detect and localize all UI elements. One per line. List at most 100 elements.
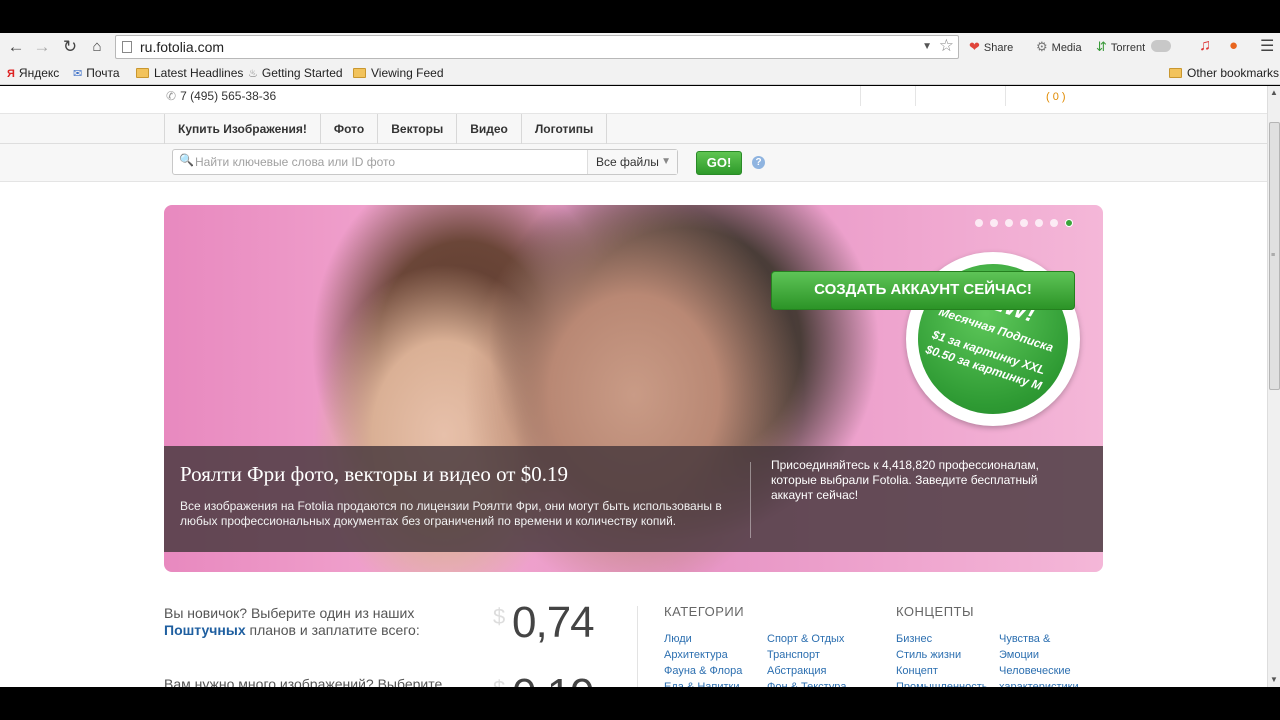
newbie-line2: планов и заплатите всего: (245, 622, 420, 638)
page-viewport: ✆ 7 (495) 565-38-36 ( 0 ) Купить Изображе… (0, 86, 1267, 687)
category-link[interactable]: Абстракция (767, 663, 827, 679)
category-link[interactable]: Фон & Текстура (767, 679, 846, 687)
concept-link[interactable]: Промышленность (896, 679, 988, 687)
page-icon (122, 41, 132, 53)
phone-text: 7 (495) 565-38-36 (180, 89, 277, 103)
create-account-button[interactable]: СОЗДАТЬ АККАУНТ СЕЙЧАС! (771, 271, 1075, 310)
concept-link[interactable]: Чувства & (999, 631, 1050, 647)
slide-dot[interactable] (975, 219, 983, 227)
reload-icon[interactable]: ↻ (59, 36, 81, 58)
music-note-icon[interactable]: ♫ (1199, 37, 1211, 55)
grip-icon: ≡ (1271, 252, 1276, 259)
scroll-up-icon[interactable]: ▲ (1268, 86, 1280, 100)
search-bar: 🔍 Все файлы▼ GO! ? (0, 144, 1267, 182)
divider (637, 606, 638, 687)
category-link[interactable]: Еда & Напитки (664, 679, 739, 687)
bookmarks-bar: Я Яндекс ✉ Почта Latest Headlines ♨ Getting… (0, 61, 1280, 85)
share-extension[interactable]: ❤ Share (969, 39, 1013, 55)
slide-dot[interactable] (1035, 219, 1043, 227)
scroll-down-icon[interactable]: ▼ (1268, 673, 1280, 687)
tab-buy-images[interactable]: Купить Изображения! (165, 114, 321, 144)
heart-icon: ❤ (969, 39, 980, 54)
chevron-down-icon: ▼ (661, 156, 671, 167)
getting-started-icon: ♨ (248, 68, 258, 80)
currency-symbol: $ (493, 604, 506, 629)
concept-link[interactable]: Стиль жизни (896, 647, 961, 663)
cart-count[interactable]: ( 0 ) (1046, 91, 1066, 103)
media-extension[interactable]: ⚙ Media (1036, 39, 1082, 55)
tab-video[interactable]: Видео (457, 114, 522, 144)
bookmark-viewing-feed[interactable]: Viewing Feed (353, 66, 444, 80)
per-image-link[interactable]: Поштучных (164, 622, 246, 638)
join-text: Присоединяйтесь к 4,418,820 профессионал… (771, 458, 1040, 502)
divider (1005, 86, 1006, 106)
concept-link[interactable]: Концепт (896, 663, 938, 679)
tab-vectors[interactable]: Векторы (378, 114, 458, 144)
file-type-value: Все файлы (596, 155, 659, 169)
torrent-icon: ⇵ (1096, 39, 1107, 54)
bookmark-latest-headlines[interactable]: Latest Headlines (136, 66, 243, 80)
screen: ← → ↻ ⌂ ru.fotolia.com ▼ ☆ ❤ Share ⚙ Media… (0, 0, 1280, 720)
concept-link[interactable]: Человеческие (999, 663, 1071, 679)
menu-icon[interactable]: ☰ (1260, 36, 1274, 56)
other-bookmarks[interactable]: Other bookmarks (1169, 66, 1279, 80)
bookmark-label: Почта (86, 66, 120, 80)
torrent-extension[interactable]: ⇵ Torrent (1096, 39, 1145, 55)
search-input[interactable] (195, 152, 585, 172)
address-bar[interactable]: ru.fotolia.com ▼ ☆ (115, 35, 959, 59)
bookmark-label: Viewing Feed (371, 66, 444, 80)
flame-icon[interactable]: ● (1229, 37, 1238, 54)
url-text[interactable]: ru.fotolia.com (140, 39, 224, 55)
bookmark-mail[interactable]: ✉ Почта (73, 66, 120, 80)
back-icon[interactable]: ← (5, 36, 27, 58)
folder-icon (1169, 68, 1182, 78)
home-icon[interactable]: ⌂ (86, 36, 108, 58)
divider (750, 462, 751, 538)
toggle-off-icon[interactable] (1151, 40, 1171, 52)
categories-title: КАТЕГОРИИ (664, 604, 745, 619)
slide-dot[interactable] (1050, 219, 1058, 227)
bookmark-label: Latest Headlines (154, 66, 244, 80)
mail-icon: ✉ (73, 68, 83, 80)
folder-icon (136, 68, 149, 78)
slide-dot[interactable] (1065, 219, 1073, 227)
slide-dot[interactable] (990, 219, 998, 227)
category-link[interactable]: Архитектура (664, 647, 728, 663)
bookmark-getting-started[interactable]: ♨ Getting Started (248, 66, 343, 80)
help-icon[interactable]: ? (752, 156, 765, 169)
media-label: Media (1051, 42, 1082, 54)
currency-symbol: $ (493, 676, 505, 687)
concept-link[interactable]: Эмоции (999, 647, 1039, 663)
tab-logos[interactable]: Логотипы (522, 114, 608, 144)
category-link[interactable]: Спорт & Отдых (767, 631, 844, 647)
tab-photo[interactable]: Фото (321, 114, 379, 144)
search-box: 🔍 Все файлы▼ (172, 149, 678, 175)
category-link[interactable]: Люди (664, 631, 692, 647)
concept-link[interactable]: характеристики (999, 679, 1079, 687)
dropdown-icon[interactable]: ▼ (922, 41, 932, 52)
main-nav: Купить Изображения! Фото Векторы Видео Л… (0, 114, 1267, 144)
torrent-label: Torrent (1110, 42, 1146, 54)
forward-icon[interactable]: → (31, 36, 53, 58)
bookmark-star-icon[interactable]: ☆ (939, 36, 954, 56)
slide-dot[interactable] (1020, 219, 1028, 227)
yandex-icon: Я (7, 68, 15, 80)
concept-link[interactable]: Бизнес (896, 631, 932, 647)
category-link[interactable]: Транспорт (767, 647, 820, 663)
bookmark-yandex[interactable]: Я Яндекс (7, 66, 59, 80)
category-link[interactable]: Фауна & Флора (664, 663, 742, 679)
folder-icon (353, 68, 366, 78)
slide-dot[interactable] (1005, 219, 1013, 227)
page-scrollbar[interactable]: ▲ ≡ ▼ (1267, 86, 1280, 687)
top-strip: ✆ 7 (495) 565-38-36 ( 0 ) (0, 86, 1267, 114)
search-icon: 🔍 (179, 153, 194, 167)
media-icon: ⚙ (1036, 39, 1048, 54)
hero-title: Роялти Фри фото, векторы и видео от $0.1… (180, 462, 568, 486)
divider (860, 86, 861, 106)
many-images-text: Вам нужно много изображений? Выберите (164, 676, 443, 687)
hero-banner[interactable]: NEW! Месячная Подписка $1 за картинку XX… (164, 205, 1103, 572)
slide-dots (975, 219, 1073, 227)
go-button[interactable]: GO! (696, 151, 742, 175)
divider (915, 86, 916, 106)
file-type-select[interactable]: Все файлы ▼ (587, 150, 677, 174)
